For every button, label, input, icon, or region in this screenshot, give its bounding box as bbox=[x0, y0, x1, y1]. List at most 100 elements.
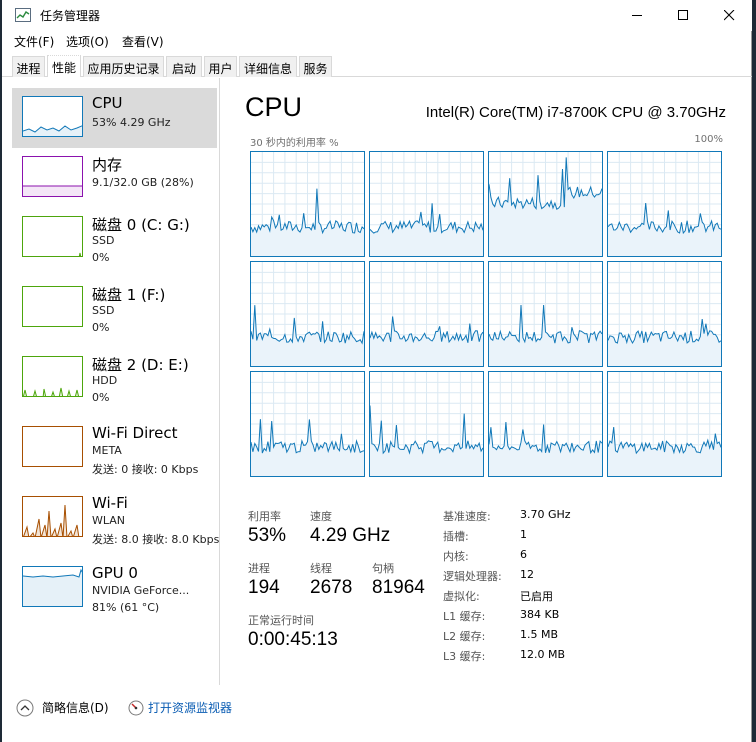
less-details-link[interactable]: 简略信息(D) bbox=[42, 699, 109, 716]
logical-processor-graph bbox=[488, 151, 603, 257]
sidebar-item-detail: 0% bbox=[92, 321, 110, 334]
sidebar-item-name: GPU 0 bbox=[92, 564, 138, 582]
gpu-thumbnail bbox=[22, 566, 83, 607]
sidebar-item-disk1[interactable]: 磁盘 1 (F:) SSD 0% bbox=[12, 278, 217, 338]
sidebar-item-name: Wi-Fi bbox=[92, 494, 128, 512]
processes-value: 194 bbox=[248, 577, 280, 598]
logical-processors-value: 12 bbox=[520, 568, 534, 581]
tab-app-history[interactable]: 应用历史记录 bbox=[83, 56, 164, 77]
minimize-icon bbox=[632, 15, 642, 16]
cores-value: 6 bbox=[520, 548, 527, 561]
sidebar-item-detail: 发送: 0 接收: 0 Kbps bbox=[92, 463, 199, 476]
l3-cache-value: 12.0 MB bbox=[520, 648, 566, 661]
maximize-icon bbox=[678, 10, 688, 20]
sidebar-item-detail: 0% bbox=[92, 251, 110, 264]
tab-details[interactable]: 详细信息 bbox=[239, 56, 297, 77]
sidebar-item-memory[interactable]: 内存 9.1/32.0 GB (28%) bbox=[12, 148, 217, 208]
footer-bar: 简略信息(D) 打开资源监视器 bbox=[2, 690, 752, 730]
tab-users[interactable]: 用户 bbox=[204, 56, 237, 77]
l3-cache-label: L3 缓存: bbox=[443, 650, 486, 663]
sockets-value: 1 bbox=[520, 528, 527, 541]
cpu-thumbnail bbox=[22, 96, 83, 137]
sidebar-item-detail: 0% bbox=[92, 391, 110, 404]
task-manager-icon bbox=[15, 8, 31, 22]
window-title: 任务管理器 bbox=[40, 9, 101, 23]
sidebar-item-cpu[interactable]: CPU 53% 4.29 GHz bbox=[12, 88, 217, 148]
task-manager-window: 任务管理器 文件(F) 选项(O) 查看(V) 进程 性能 应用历史记录 启动 … bbox=[2, 0, 752, 742]
tab-startup[interactable]: 启动 bbox=[166, 56, 202, 77]
tab-performance[interactable]: 性能 bbox=[47, 55, 81, 77]
tab-bar: 进程 性能 应用历史记录 启动 用户 详细信息 服务 bbox=[2, 55, 752, 77]
sidebar-item-type: META bbox=[92, 444, 122, 457]
sidebar-item-detail: 发送: 8.0 接收: 8.0 Kbps bbox=[92, 533, 220, 546]
speed-label: 速度 bbox=[310, 510, 332, 523]
memory-thumbnail bbox=[22, 156, 83, 197]
menu-file[interactable]: 文件(F) bbox=[14, 33, 54, 50]
maximize-button[interactable] bbox=[660, 0, 706, 31]
sidebar-item-name: 内存 bbox=[92, 156, 123, 174]
l1-cache-value: 384 KB bbox=[520, 608, 560, 621]
chevron-up-icon[interactable] bbox=[16, 699, 34, 717]
logical-processor-graph bbox=[607, 261, 722, 367]
disk0-thumbnail bbox=[22, 216, 83, 257]
cpu-detail-panel: CPU Intel(R) Core(TM) i7-8700K CPU @ 3.7… bbox=[221, 78, 752, 685]
tab-services[interactable]: 服务 bbox=[299, 56, 332, 77]
graph-caption: 30 秒内的利用率 % bbox=[250, 138, 339, 149]
sidebar-item-type: SSD bbox=[92, 234, 115, 247]
sidebar-item-type: WLAN bbox=[92, 514, 126, 527]
logical-processor-graph bbox=[607, 151, 722, 257]
logical-processor-graph bbox=[488, 261, 603, 367]
handles-value: 81964 bbox=[372, 577, 425, 598]
logical-processor-graph bbox=[369, 261, 484, 367]
graph-max-label: 100% bbox=[694, 134, 723, 145]
page-title: CPU bbox=[245, 92, 303, 122]
resource-monitor-icon bbox=[128, 700, 144, 716]
menu-view[interactable]: 查看(V) bbox=[122, 33, 164, 50]
logical-processors-label: 逻辑处理器: bbox=[443, 570, 502, 583]
l2-cache-label: L2 缓存: bbox=[443, 630, 486, 643]
sidebar-item-name: 磁盘 1 (F:) bbox=[92, 286, 166, 304]
logical-processor-graphs bbox=[250, 151, 725, 481]
sidebar-item-detail: 9.1/32.0 GB (28%) bbox=[92, 176, 194, 189]
minimize-button[interactable] bbox=[614, 0, 660, 31]
utilization-value: 53% bbox=[248, 525, 287, 546]
sidebar-item-wifi[interactable]: Wi-Fi WLAN 发送: 8.0 接收: 8.0 Kbps bbox=[12, 488, 220, 548]
menu-options[interactable]: 选项(O) bbox=[66, 33, 109, 50]
sidebar-item-name: CPU bbox=[92, 94, 123, 112]
menu-bar: 文件(F) 选项(O) 查看(V) bbox=[2, 31, 752, 51]
virtualization-label: 虚拟化: bbox=[443, 590, 480, 603]
threads-value: 2678 bbox=[310, 577, 353, 598]
close-icon bbox=[724, 10, 735, 21]
processes-label: 进程 bbox=[248, 562, 270, 575]
logical-processor-graph bbox=[250, 261, 365, 367]
sidebar-item-disk2[interactable]: 磁盘 2 (D: E:) HDD 0% bbox=[12, 348, 217, 408]
wifi-thumbnail bbox=[22, 496, 83, 537]
logical-processor-graph bbox=[488, 371, 603, 477]
speed-value: 4.29 GHz bbox=[310, 525, 391, 546]
base-speed-value: 3.70 GHz bbox=[520, 508, 571, 521]
sockets-label: 插槽: bbox=[443, 530, 469, 543]
l2-cache-value: 1.5 MB bbox=[520, 628, 559, 641]
sidebar-item-detail: 53% 4.29 GHz bbox=[92, 116, 171, 129]
sidebar-item-type: SSD bbox=[92, 304, 115, 317]
resource-list: CPU 53% 4.29 GHz 内存 9.1/32.0 GB (28%) 磁盘… bbox=[2, 78, 220, 685]
sidebar-item-disk0[interactable]: 磁盘 0 (C: G:) SSD 0% bbox=[12, 208, 217, 268]
tab-processes[interactable]: 进程 bbox=[12, 56, 45, 77]
virtualization-value: 已启用 bbox=[520, 590, 553, 603]
wifi-direct-thumbnail bbox=[22, 426, 83, 467]
sidebar-item-type: HDD bbox=[92, 374, 118, 387]
logical-processor-graph bbox=[369, 151, 484, 257]
handles-label: 句柄 bbox=[372, 562, 394, 575]
cpu-model-name: Intel(R) Core(TM) i7-8700K CPU @ 3.70GHz bbox=[425, 104, 726, 121]
sidebar-item-name: Wi-Fi Direct bbox=[92, 424, 178, 442]
sidebar-item-gpu[interactable]: GPU 0 NVIDIA GeForce... 81% (61 °C) bbox=[12, 558, 217, 618]
title-bar: 任务管理器 bbox=[2, 0, 752, 31]
sidebar-item-wifi-direct[interactable]: Wi-Fi Direct META 发送: 0 接收: 0 Kbps bbox=[12, 418, 217, 478]
sidebar-item-type: NVIDIA GeForce... bbox=[92, 584, 190, 597]
disk2-thumbnail bbox=[22, 356, 83, 397]
open-resource-monitor-link[interactable]: 打开资源监视器 bbox=[148, 699, 232, 716]
close-button[interactable] bbox=[706, 0, 752, 31]
sidebar-item-name: 磁盘 2 (D: E:) bbox=[92, 356, 189, 374]
logical-processor-graph bbox=[250, 371, 365, 477]
uptime-label: 正常运行时间 bbox=[248, 614, 314, 627]
